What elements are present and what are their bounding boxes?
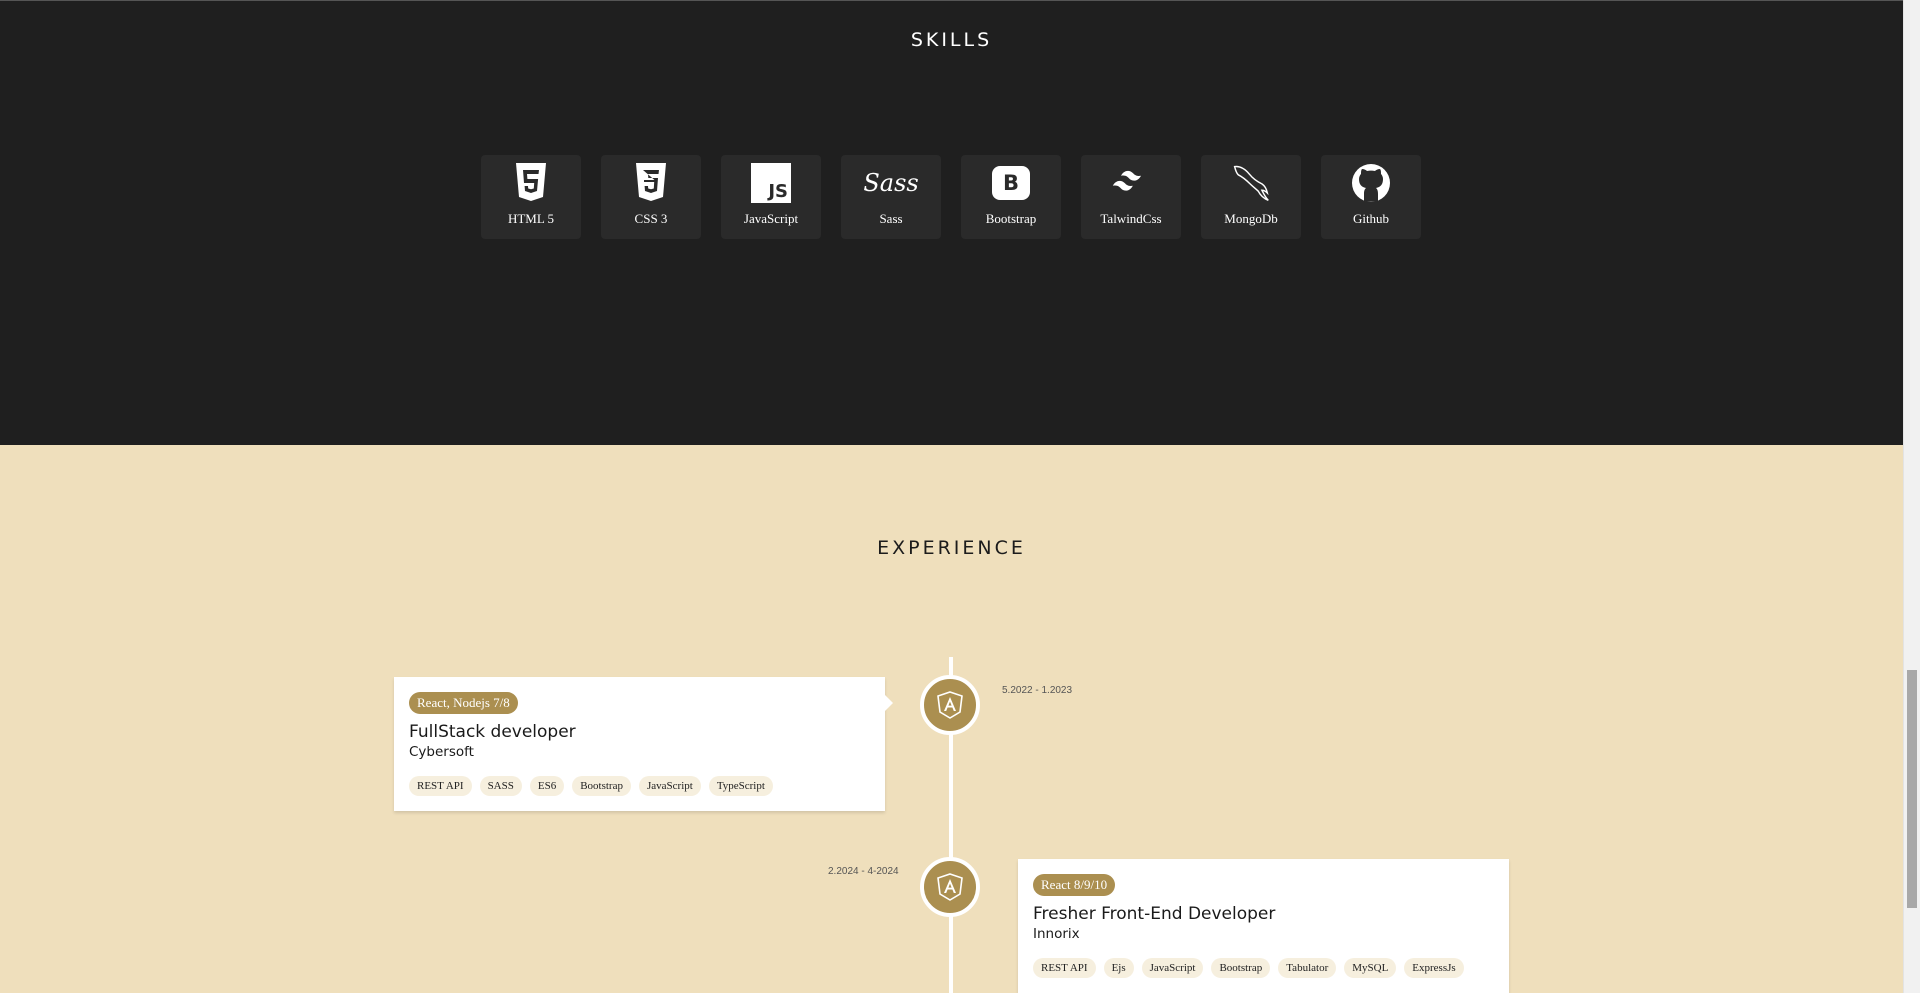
tag: SASS xyxy=(479,776,522,796)
skills-title: SKILLS xyxy=(910,29,993,51)
skill-label: Bootstrap xyxy=(985,211,1037,226)
skills-grid: HTML 5 CSS 3 JS JavaScript Sass Sass B B… xyxy=(481,155,1424,239)
tag: TypeScript xyxy=(708,776,773,796)
javascript-icon: JS xyxy=(751,163,791,203)
angular-icon xyxy=(937,873,963,901)
timeline-node-angular-icon xyxy=(920,675,980,735)
skill-label: TalwindCss xyxy=(1100,211,1162,226)
company-name: Innorix xyxy=(1033,926,1080,942)
experience-date: 2.2024 - 4-2024 xyxy=(828,866,899,877)
skill-card-css3: CSS 3 xyxy=(601,155,701,239)
skill-label: Sass xyxy=(879,211,903,226)
tag: Tabulator xyxy=(1278,958,1337,978)
tailwind-icon xyxy=(1111,163,1151,203)
skill-label: MongoDb xyxy=(1224,211,1278,226)
experience-card: React, Nodejs 7/8 FullStack developer Cy… xyxy=(394,677,893,811)
tag: REST API xyxy=(1033,958,1096,978)
skill-card-javascript: JS JavaScript xyxy=(721,155,821,239)
experience-date: 5.2022 - 1.2023 xyxy=(1002,685,1073,696)
tag: Ejs xyxy=(1103,958,1134,978)
bootstrap-badge-text: B xyxy=(1002,171,1019,195)
tag: REST API xyxy=(409,776,472,796)
skill-card-html5: HTML 5 xyxy=(481,155,581,239)
skill-card-tailwind: TalwindCss xyxy=(1081,155,1181,239)
skills-section: SKILLS HTML 5 CSS 3 JS JavaScript Sass S… xyxy=(0,0,1903,445)
tag: JavaScript xyxy=(638,776,701,796)
tag: JavaScript xyxy=(1141,958,1204,978)
experience-title: EXPERIENCE xyxy=(877,537,1026,559)
experience-badge: React 8/9/10 xyxy=(1033,874,1116,896)
job-title: Fresher Front-End Developer xyxy=(1033,904,1276,924)
tag: Bootstrap xyxy=(572,776,631,796)
css3-icon xyxy=(631,163,671,203)
tag: Bootstrap xyxy=(1211,958,1271,978)
angular-icon xyxy=(937,691,963,719)
skill-label: JavaScript xyxy=(743,211,799,226)
skill-label: Github xyxy=(1352,211,1390,226)
job-title: FullStack developer xyxy=(409,722,576,742)
company-name: Cybersoft xyxy=(409,744,474,760)
html5-icon xyxy=(511,163,551,203)
tag-list: REST API SASS ES6 Bootstrap JavaScript T… xyxy=(409,776,870,796)
tag: ES6 xyxy=(529,776,565,796)
page-viewport: SKILLS HTML 5 CSS 3 JS JavaScript Sass S… xyxy=(0,0,1903,993)
experience-card: React 8/9/10 Fresher Front-End Developer… xyxy=(1018,859,1509,993)
bootstrap-icon: B xyxy=(991,163,1031,203)
page-scrollbar[interactable] xyxy=(1903,0,1920,993)
tag: ExpressJs xyxy=(1404,958,1464,978)
scrollbar-thumb[interactable] xyxy=(1907,670,1917,908)
timeline-node-angular-icon xyxy=(920,857,980,917)
github-icon xyxy=(1351,163,1391,203)
tag-list: REST API Ejs JavaScript Bootstrap Tabula… xyxy=(1033,958,1494,978)
sass-icon: Sass xyxy=(863,163,918,203)
mysql-dolphin-icon xyxy=(1231,163,1271,203)
sass-logo-text: Sass xyxy=(863,169,919,197)
skill-card-sass: Sass Sass xyxy=(841,155,941,239)
js-badge-text: JS xyxy=(768,181,788,202)
skill-label: HTML 5 xyxy=(507,211,555,226)
skill-card-mongodb: MongoDb xyxy=(1201,155,1301,239)
tag: MySQL xyxy=(1344,958,1397,978)
experience-badge: React, Nodejs 7/8 xyxy=(409,692,518,714)
experience-section: EXPERIENCE 5.2022 - 1.2023 React, Nodejs… xyxy=(0,445,1903,993)
skill-card-github: Github xyxy=(1321,155,1421,239)
skill-label: CSS 3 xyxy=(634,211,668,226)
skill-card-bootstrap: B Bootstrap xyxy=(961,155,1061,239)
